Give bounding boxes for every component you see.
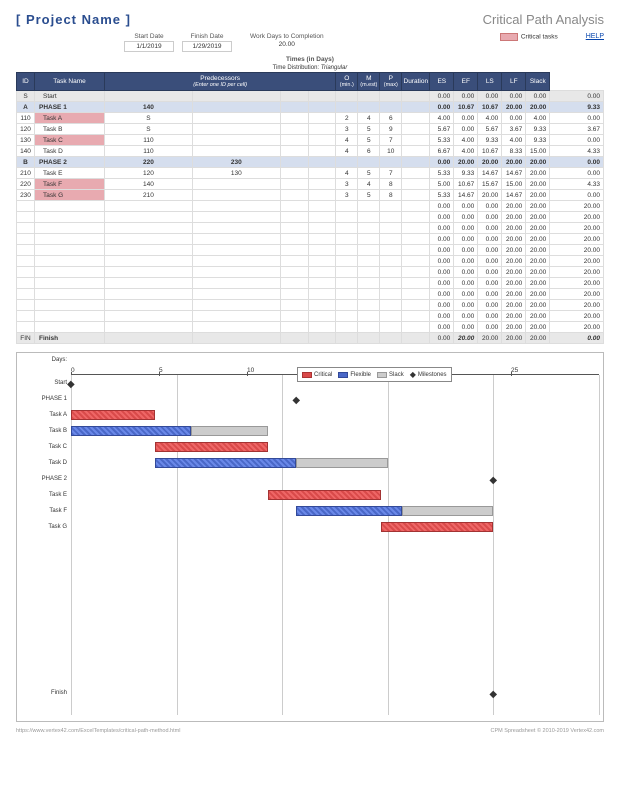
table-row[interactable]: APHASE 11400.0010.6710.6720.0020.009.33 — [17, 102, 604, 113]
table-row[interactable]: 0.000.000.0020.0020.0020.00 — [17, 311, 604, 322]
table-row[interactable]: 210Task E1201304575.339.3314.6714.6720.0… — [17, 168, 604, 179]
table-row[interactable]: 120Task BS3595.670.005.673.679.333.67 — [17, 124, 604, 135]
gantt-chart: Days: 0510152025 Critical Flexible Slack… — [16, 352, 604, 722]
table-row[interactable]: 130Task C1104575.334.009.334.009.330.00 — [17, 135, 604, 146]
critical-legend: Critical tasks — [500, 33, 558, 41]
finish-date-input[interactable]: 1/29/2019 — [182, 41, 232, 52]
footer: https://www.vertex42.com/ExcelTemplates/… — [16, 728, 604, 734]
chart-row: Task E — [71, 487, 599, 503]
table-row[interactable]: 0.000.000.0020.0020.0020.00 — [17, 245, 604, 256]
chart-row: PHASE 1◆ — [71, 391, 599, 407]
table-row[interactable]: SStart0.000.000.000.000.000.00 — [17, 91, 604, 102]
milestone-icon: ◆ — [67, 379, 75, 390]
chart-row: Task D — [71, 455, 599, 471]
table-row[interactable]: 140Task D11046106.674.0010.678.3315.004.… — [17, 146, 604, 157]
chart-row: Task C — [71, 439, 599, 455]
table-row[interactable]: 110Task AS2464.000.004.000.004.000.00 — [17, 113, 604, 124]
table-row[interactable]: 0.000.000.0020.0020.0020.00 — [17, 256, 604, 267]
table-row[interactable]: 220Task F1403485.0010.6715.6715.0020.004… — [17, 179, 604, 190]
start-date-input[interactable]: 1/1/2019 — [124, 41, 174, 52]
table-row[interactable]: 0.000.000.0020.0020.0020.00 — [17, 267, 604, 278]
table-row[interactable]: BPHASE 22202300.0020.0020.0020.0020.000.… — [17, 157, 604, 168]
chart-row-finish: Finish◆ — [71, 685, 599, 701]
table-row[interactable]: 0.000.000.0020.0020.0020.00 — [17, 300, 604, 311]
table-row[interactable]: 0.000.000.0020.0020.0020.00 — [17, 223, 604, 234]
table-row[interactable]: 230Task G2103585.3314.6720.0014.6720.000… — [17, 190, 604, 201]
task-table: IDTask NamePredecessors(Enter one ID per… — [16, 72, 604, 344]
table-row[interactable]: 0.000.000.0020.0020.0020.00 — [17, 234, 604, 245]
meta-row: Start Date1/1/2019 Finish Date1/29/2019 … — [16, 33, 604, 52]
times-label: Times (in Days) — [16, 56, 604, 63]
chart-legend: Critical Flexible Slack ◆Milestones — [297, 367, 452, 382]
page-subtitle: Critical Path Analysis — [483, 12, 604, 27]
chart-row: Task A — [71, 407, 599, 423]
chart-row: Task B — [71, 423, 599, 439]
table-row[interactable]: 0.000.000.0020.0020.0020.00 — [17, 212, 604, 223]
table-row-finish[interactable]: FINFinish0.0020.0020.0020.0020.000.00 — [17, 333, 604, 344]
table-row[interactable]: 0.000.000.0020.0020.0020.00 — [17, 289, 604, 300]
milestone-icon: ◆ — [489, 475, 497, 486]
header: [ Project Name ] Critical Path Analysis — [16, 12, 604, 27]
help-link[interactable]: HELP — [586, 33, 604, 40]
project-name: [ Project Name ] — [16, 12, 131, 27]
table-row[interactable]: 0.000.000.0020.0020.0020.00 — [17, 278, 604, 289]
table-row[interactable]: 0.000.000.0020.0020.0020.00 — [17, 322, 604, 333]
chart-row: Task G — [71, 519, 599, 535]
chart-row: PHASE 2◆ — [71, 471, 599, 487]
chart-row: Task F — [71, 503, 599, 519]
table-row[interactable]: 0.000.000.0020.0020.0020.00 — [17, 201, 604, 212]
milestone-icon: ◆ — [292, 395, 300, 406]
